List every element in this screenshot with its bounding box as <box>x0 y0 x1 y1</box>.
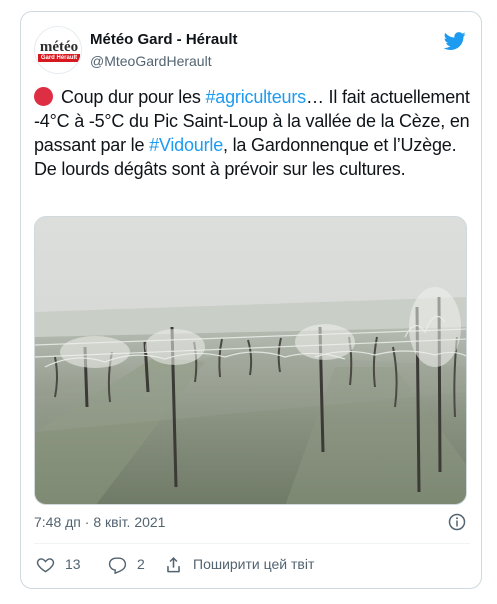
reply-icon <box>108 556 127 574</box>
like-count: 13 <box>65 556 81 572</box>
info-icon[interactable] <box>448 513 466 531</box>
tweet-timestamp[interactable]: 7:48 дп · 8 квіт. 2021 <box>34 512 165 532</box>
author-name[interactable]: Météo Gard - Hérault <box>90 30 238 50</box>
tweet-text-part-1: Coup dur pour les <box>61 87 206 107</box>
hashtag-vidourle-link[interactable]: #Vidourle <box>149 135 223 155</box>
reply-button[interactable]: 2 <box>108 552 145 576</box>
tweet-text: Coup dur pour les #agriculteurs… Il fait… <box>34 85 474 181</box>
avatar-logo-word: météo <box>39 39 79 55</box>
heart-icon <box>36 557 55 572</box>
tweet-photo-frosted-vineyard[interactable] <box>34 216 467 505</box>
tweet-header: météo Gard Hérault Météo Gard - Hérault … <box>34 26 470 76</box>
share-button[interactable]: Поширити цей твіт <box>164 552 314 576</box>
twitter-bird-icon[interactable] <box>442 30 468 52</box>
tweet-card[interactable]: météo Gard Hérault Météo Gard - Hérault … <box>20 11 482 589</box>
tweet-actions: 13 2 Поширити цей твіт <box>34 552 474 576</box>
author-handle[interactable]: @MteoGardHerault <box>90 51 212 71</box>
avatar[interactable]: météo Gard Hérault <box>34 26 82 74</box>
divider <box>34 543 470 544</box>
share-label: Поширити цей твіт <box>193 556 315 572</box>
red-circle-icon <box>34 87 53 106</box>
reply-count: 2 <box>137 556 145 572</box>
avatar-logo-band: Gard Hérault <box>38 54 80 62</box>
vineyard-photo <box>35 217 466 504</box>
share-icon <box>167 556 180 572</box>
like-button[interactable]: 13 <box>36 552 81 576</box>
hashtag-agriculteurs-link[interactable]: #agriculteurs <box>206 87 307 107</box>
